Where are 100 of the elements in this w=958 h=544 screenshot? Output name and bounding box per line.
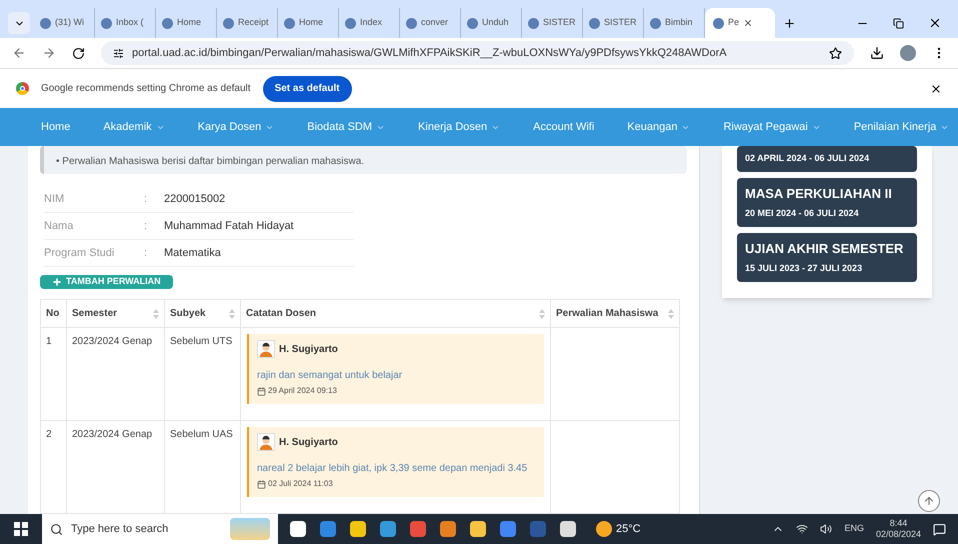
tab-title: Bimbin	[665, 16, 693, 30]
nav-link[interactable]: Kinerja Dosen	[418, 118, 500, 136]
taskbar-app-icon[interactable]	[350, 521, 366, 537]
tab-title: Index	[360, 16, 382, 30]
set-default-button[interactable]: Set as default	[262, 76, 352, 102]
favicon-icon	[650, 18, 661, 28]
taskbar-search-field[interactable]: Type here to search	[42, 514, 278, 544]
address-bar[interactable]: portal.uad.ac.id/bimbingan/Perwalian/mahasiswa/GWLMifhXFPAikSKiR__Z-wbuLOXNsWYa/y9PDfsywsYkkQ248AWDorA	[101, 41, 854, 65]
close-icon[interactable]	[743, 18, 754, 28]
nav-link[interactable]: Akademik	[103, 118, 165, 136]
column-header[interactable]: Semester	[66, 300, 164, 328]
avatar-icon	[257, 340, 275, 358]
nav-link[interactable]: Keuangan	[627, 118, 690, 136]
clock-date[interactable]: 02/08/2024	[876, 529, 921, 540]
search-placeholder: Type here to search	[71, 522, 170, 537]
colon: :	[144, 192, 148, 207]
infobar-message: Google recommends setting Chrome as default	[41, 82, 251, 96]
forward-icon[interactable]	[42, 46, 56, 60]
note-date: 29 April 2024 09:13	[268, 385, 337, 397]
close-icon[interactable]	[928, 16, 942, 30]
reload-icon[interactable]	[72, 46, 85, 60]
colon: :	[144, 246, 148, 261]
site-settings-icon[interactable]	[113, 48, 124, 58]
weather-icon	[596, 521, 612, 537]
column-header[interactable]: No	[40, 300, 66, 328]
notification-icon[interactable]	[933, 522, 946, 536]
field-value: 2200015002	[164, 192, 226, 207]
arrow-up-icon	[923, 495, 935, 507]
close-icon[interactable]	[930, 82, 942, 94]
favicon-icon	[162, 18, 173, 28]
language-indicator[interactable]: ENG	[844, 522, 864, 536]
nav-link[interactable]: Riwayat Pegawai	[723, 118, 821, 136]
tab-title: conver	[421, 16, 448, 30]
download-icon[interactable]	[870, 46, 884, 60]
table-cell: 1	[40, 328, 66, 420]
favicon-icon	[284, 18, 295, 28]
back-icon[interactable]	[12, 46, 26, 60]
volume-icon[interactable]	[820, 523, 832, 535]
colon: :	[144, 218, 148, 234]
nav-link[interactable]: Karya Dosen	[198, 118, 274, 136]
profile-avatar[interactable]	[900, 45, 916, 61]
nav-link[interactable]: Account Wifi	[533, 118, 594, 136]
note-text: rajin dan semangat untuk belajar	[257, 369, 404, 383]
taskbar-app-icon[interactable]	[290, 521, 306, 537]
column-header[interactable]: Subyek	[164, 300, 240, 328]
schedule-dates: 15 JULI 2023 - 27 JULI 2023	[745, 262, 864, 275]
field-value: Matematika	[164, 246, 221, 261]
add-perwalian-button[interactable]: TAMBAH PERWALIAN	[40, 275, 173, 289]
nav-link[interactable]: Biodata SDM	[307, 118, 386, 136]
tab-title: Receipt	[238, 16, 269, 30]
browser-tab[interactable]: Pe	[705, 8, 775, 38]
tab-title: (31) Wi	[55, 16, 84, 30]
favicon-icon	[345, 18, 356, 28]
weather-text: 25°C	[616, 522, 641, 537]
windows-logo-icon[interactable]	[14, 522, 28, 536]
table-cell: Sebelum UTS	[164, 328, 240, 420]
notice-text: • Perwalian Mahasiswa berisi daftar bimbingan perwalian mahasiswa.	[56, 156, 364, 167]
tab-title: Unduh	[482, 16, 509, 30]
column-header[interactable]: Catatan Dosen	[240, 300, 550, 328]
schedule-title: UJIAN AKHIR SEMESTER	[745, 240, 904, 258]
field-label: Program Studi	[44, 246, 116, 261]
note-date: 02 Juli 2024 11:03	[268, 478, 333, 490]
schedule-dates: 20 MEI 2024 - 06 JULI 2024	[745, 207, 860, 220]
field-label: NIM	[44, 192, 66, 207]
scroll-top-button[interactable]	[918, 490, 940, 512]
calendar-icon	[257, 480, 266, 488]
favicon-icon	[713, 18, 724, 28]
restore-icon[interactable]	[893, 18, 904, 28]
tab-title: SISTER	[543, 16, 576, 30]
taskbar-app-icon[interactable]	[560, 521, 576, 537]
nav-link[interactable]: Home	[41, 118, 70, 136]
note-author: H. Sugiyarto	[279, 342, 338, 356]
tab-title: Home	[299, 16, 324, 30]
tab-title: Inbox (	[116, 16, 144, 30]
schedule-dates: 02 APRIL 2024 - 06 JULI 2024	[745, 152, 870, 165]
note-text: nareal 2 belajar lebih giat, ipk 3,39 seme depan menjadi 3.45	[257, 462, 528, 476]
favicon-icon	[528, 18, 539, 28]
favicon-icon	[223, 18, 234, 28]
column-header[interactable]: Perwalian Mahasiswa	[550, 300, 680, 328]
field-value: Muhammad Fatah Hidayat	[164, 218, 294, 234]
taskbar-app-icon[interactable]	[470, 521, 486, 537]
favicon-icon	[589, 18, 600, 28]
chrome-logo-icon	[16, 82, 29, 95]
bookmark-star-icon[interactable]	[829, 46, 842, 60]
favicon-icon	[406, 18, 417, 28]
favicon-icon	[101, 18, 112, 28]
clock-time[interactable]: 8:44	[890, 518, 908, 529]
plus-icon	[783, 16, 796, 30]
table-cell: 2	[40, 420, 66, 514]
tab-title: Home	[177, 16, 202, 30]
calendar-icon	[257, 386, 266, 396]
url-text: portal.uad.ac.id/bimbingan/Perwalian/mahasiswa/GWLMifhXFPAikSKiR__Z-wbuLOXNsWYa/y9PDfsywsYkkQ248AWDorA	[132, 46, 728, 61]
nav-link[interactable]: Penilaian Kinerja	[854, 118, 950, 136]
tab-title: Pe	[728, 16, 740, 30]
field-label: Nama	[44, 218, 74, 234]
avatar-icon	[257, 433, 275, 451]
search-icon	[50, 522, 63, 536]
table-cell: 2023/2024 Genap	[66, 328, 164, 420]
favicon-icon	[40, 18, 51, 28]
schedule-title: MASA PERKULIAHAN II	[745, 184, 893, 202]
